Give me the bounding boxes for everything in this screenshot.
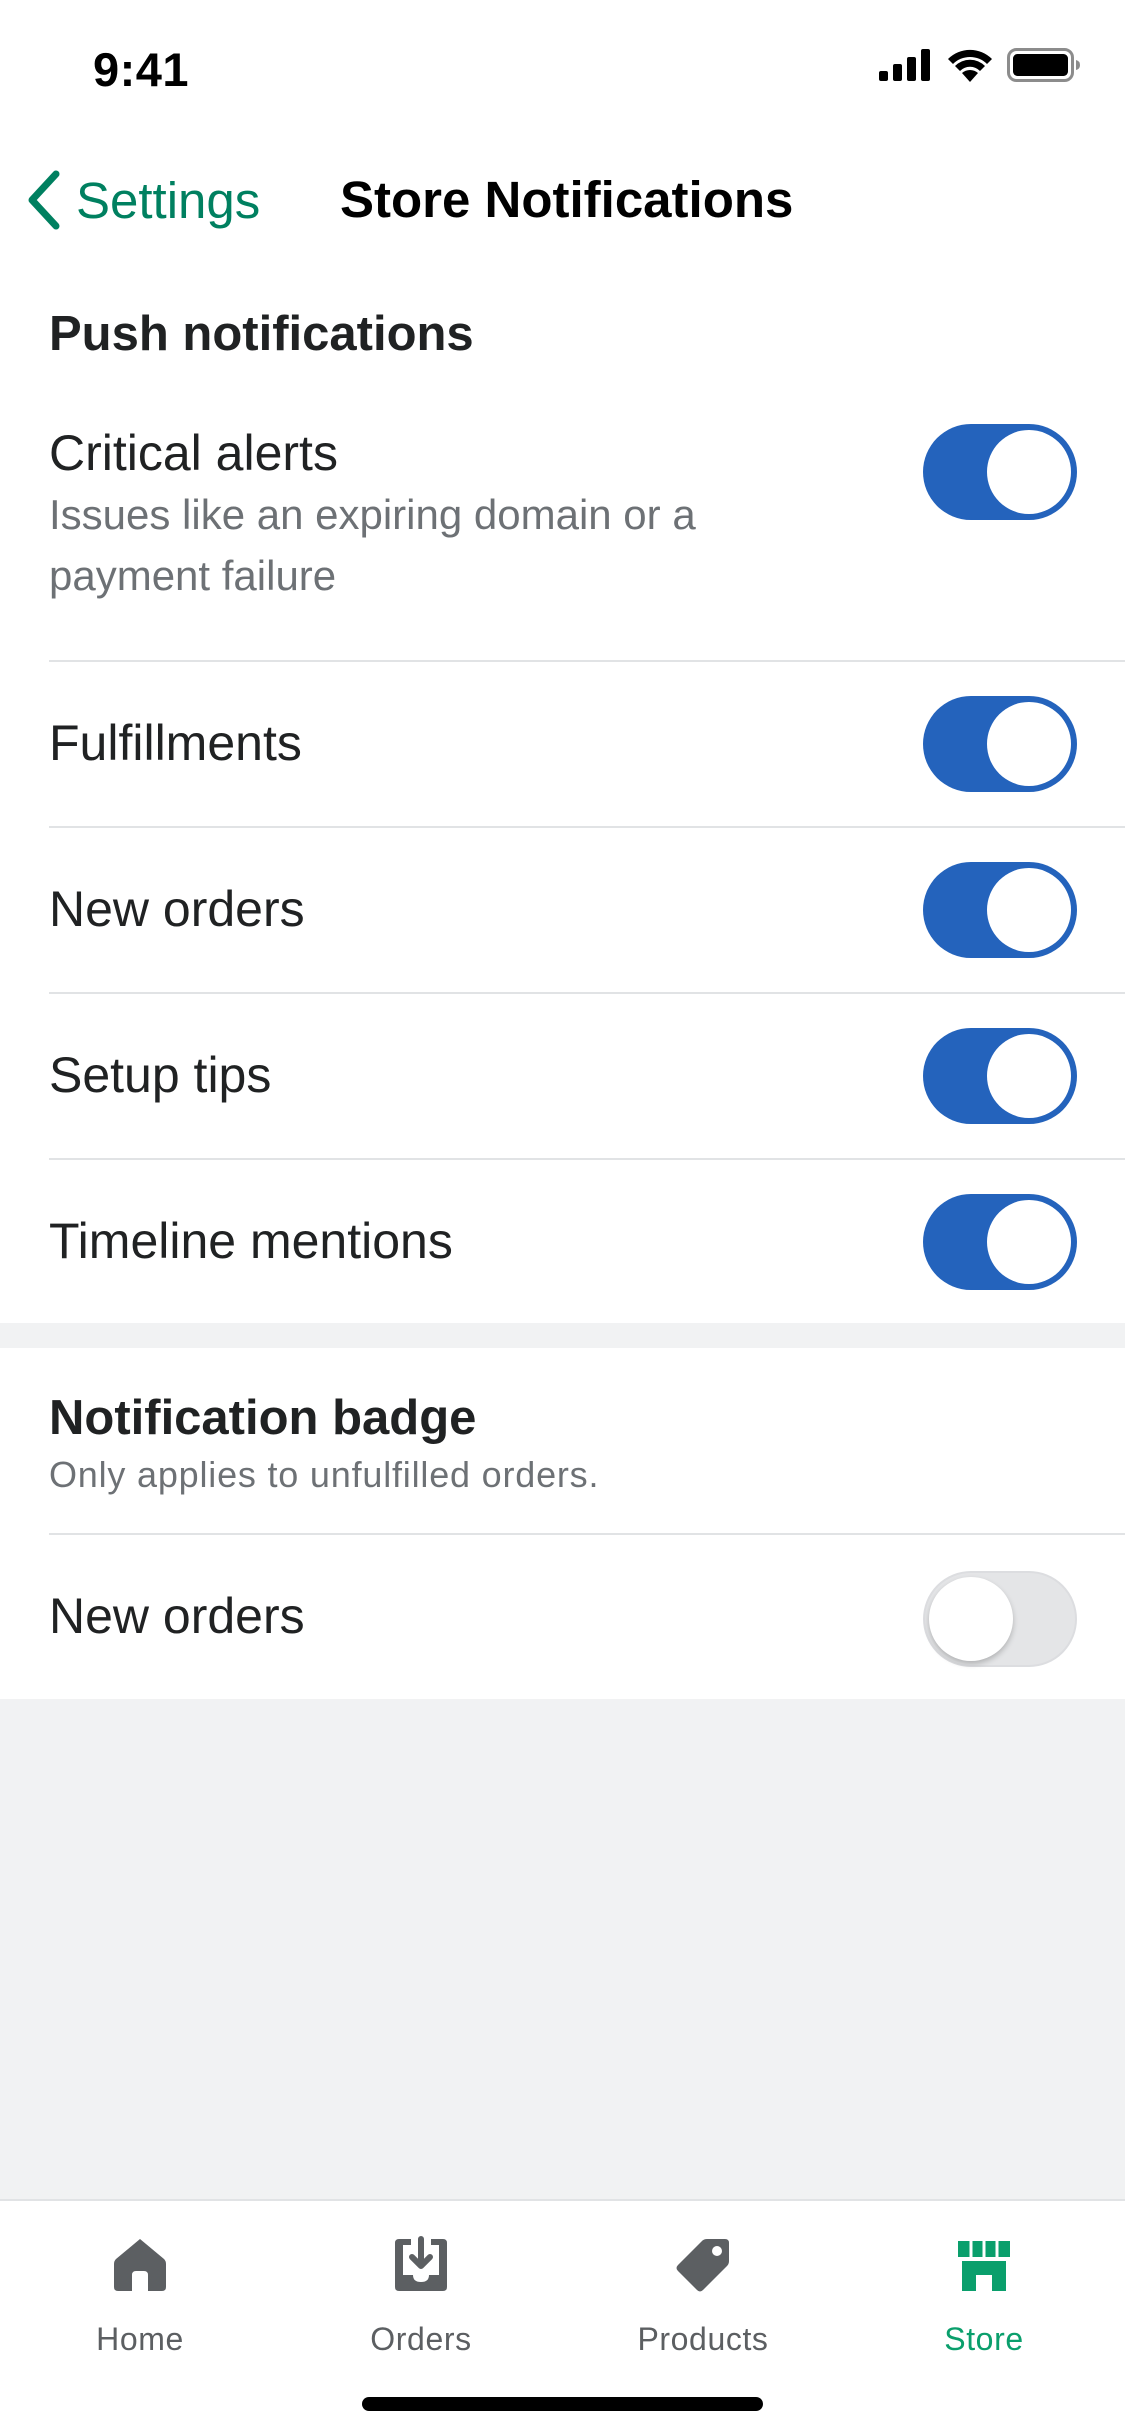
fulfillments-row: Fulfillments bbox=[0, 662, 1125, 826]
row-label: Fulfillments bbox=[49, 715, 302, 771]
status-icons bbox=[879, 48, 1081, 82]
tab-label: Store bbox=[944, 2321, 1024, 2357]
toggle-knob bbox=[987, 702, 1071, 786]
critical-alerts-toggle[interactable] bbox=[923, 424, 1077, 520]
orders-icon bbox=[395, 2236, 447, 2291]
battery-icon bbox=[1007, 48, 1080, 82]
tab-products[interactable]: Products bbox=[603, 2235, 803, 2358]
home-icon bbox=[114, 2239, 166, 2291]
back-button[interactable]: Settings bbox=[24, 168, 260, 232]
notification-badge-section: Notification badge Only applies to unful… bbox=[0, 1348, 1125, 1699]
cellular-signal-icon bbox=[879, 49, 930, 81]
navigation-bar: Settings Store Notifications bbox=[0, 140, 1125, 260]
tab-label: Home bbox=[96, 2321, 184, 2357]
toggle-knob bbox=[929, 1577, 1013, 1661]
badge-new-orders-row: New orders bbox=[0, 1535, 1125, 1699]
section-heading: Push notifications bbox=[49, 307, 474, 361]
critical-alerts-row: Critical alerts Issues like an expiring … bbox=[0, 400, 1125, 662]
timeline-mentions-row: Timeline mentions bbox=[0, 1160, 1125, 1323]
section-subtitle: Only applies to unfulfilled orders. bbox=[49, 1454, 600, 1495]
tag-icon bbox=[676, 2239, 729, 2292]
status-bar: 9:41 bbox=[0, 0, 1125, 140]
row-label: Critical alerts bbox=[49, 425, 338, 481]
row-label: New orders bbox=[49, 1588, 305, 1644]
push-notifications-section: Push notifications Critical alerts Issue… bbox=[0, 260, 1125, 1323]
wifi-icon bbox=[948, 49, 992, 82]
row-label: Timeline mentions bbox=[49, 1213, 453, 1269]
tab-home[interactable]: Home bbox=[40, 2235, 240, 2358]
timeline-mentions-toggle[interactable] bbox=[923, 1194, 1077, 1290]
row-description: Issues like an expiring domain or a paym… bbox=[49, 491, 696, 599]
tab-store[interactable]: Store bbox=[884, 2235, 1084, 2358]
tab-label: Products bbox=[637, 2321, 769, 2357]
store-icon bbox=[958, 2241, 1010, 2291]
toggle-knob bbox=[987, 868, 1071, 952]
section-heading: Notification badge bbox=[49, 1391, 477, 1445]
row-label: New orders bbox=[49, 881, 305, 937]
status-time: 9:41 bbox=[93, 43, 190, 96]
toggle-knob bbox=[987, 1034, 1071, 1118]
setup-tips-toggle[interactable] bbox=[923, 1028, 1077, 1124]
tab-orders[interactable]: Orders bbox=[321, 2235, 521, 2358]
back-button-label: Settings bbox=[76, 171, 261, 229]
toggle-knob bbox=[987, 430, 1071, 514]
toggle-knob bbox=[987, 1200, 1071, 1284]
new-orders-row: New orders bbox=[0, 828, 1125, 992]
page-title: Store Notifications bbox=[340, 171, 794, 228]
tab-label: Orders bbox=[370, 2321, 472, 2357]
new-orders-toggle[interactable] bbox=[923, 862, 1077, 958]
store-notifications-screen: 9:41 Settings Store Notifications Push n… bbox=[0, 0, 1125, 2436]
row-label: Setup tips bbox=[49, 1047, 272, 1103]
chevron-left-icon bbox=[24, 168, 68, 232]
home-indicator bbox=[362, 2397, 763, 2411]
badge-new-orders-toggle[interactable] bbox=[923, 1571, 1077, 1667]
fulfillments-toggle[interactable] bbox=[923, 696, 1077, 792]
setup-tips-row: Setup tips bbox=[0, 994, 1125, 1158]
